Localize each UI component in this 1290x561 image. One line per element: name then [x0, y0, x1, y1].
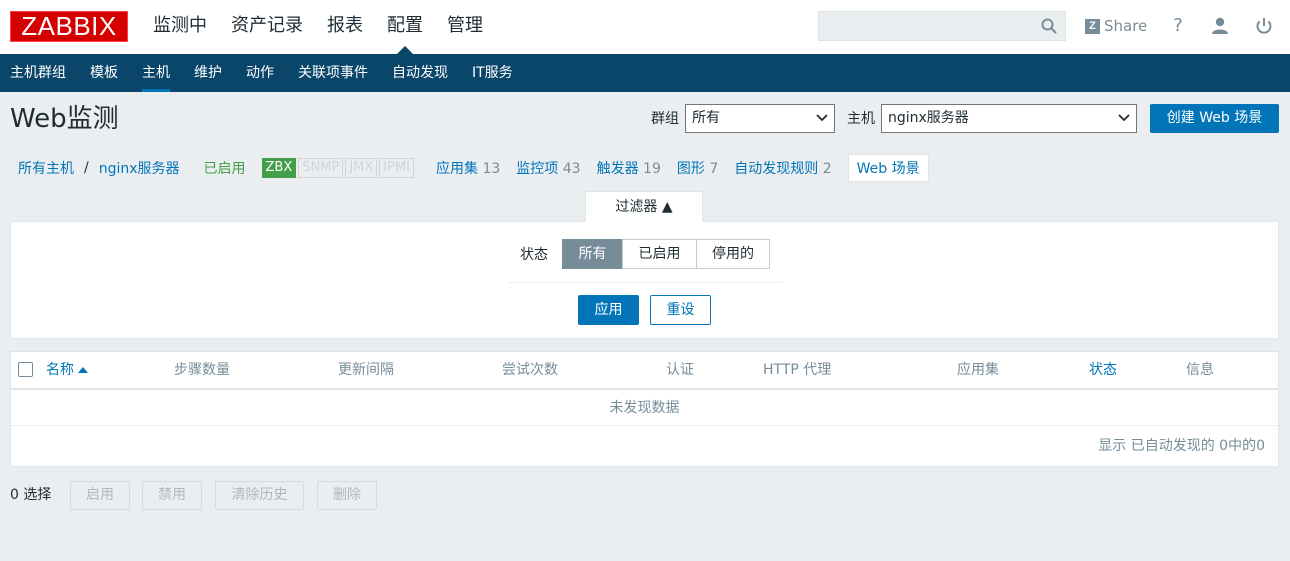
breadcrumb-items[interactable]: 监控项 43 — [508, 158, 588, 178]
state-option-all[interactable]: 所有 — [562, 239, 623, 269]
table-header: 名称 步骤数量 更新间隔 尝试次数 认证 HTTP 代理 应用集 状态 信息 — [11, 352, 1278, 390]
state-option-disabled[interactable]: 停用的 — [696, 239, 770, 269]
availability-tags: ZBX SNMP JMX IPMI — [261, 158, 416, 178]
group-label: 群组 — [651, 111, 679, 127]
host-label: 主机 — [847, 111, 875, 127]
submenu-hosts[interactable]: 主机 — [130, 54, 182, 92]
filter-panel: 状态 所有 已启用 停用的 应用 重设 — [10, 221, 1279, 339]
web-scenarios-table: 名称 步骤数量 更新间隔 尝试次数 认证 HTTP 代理 应用集 状态 信息 未… — [10, 351, 1279, 467]
submenu-actions[interactable]: 动作 — [234, 54, 286, 92]
triggers-count: 19 — [643, 161, 661, 177]
breadcrumb-host[interactable]: nginx服务器 — [91, 158, 188, 178]
items-count: 43 — [562, 161, 581, 177]
create-web-scenario-button[interactable]: 创建 Web 场景 — [1150, 104, 1279, 133]
tag-zbx: ZBX — [261, 158, 297, 178]
discovery-rules-label: 自动发现规则 — [734, 161, 819, 177]
breadcrumb-all-hosts[interactable]: 所有主机 — [10, 158, 82, 178]
mass-disable-button[interactable]: 禁用 — [142, 481, 202, 510]
clear-history-button[interactable]: 清除历史 — [215, 481, 304, 510]
submenu-discovery[interactable]: 自动发现 — [380, 54, 460, 92]
selected-count: 0 选择 — [10, 487, 52, 503]
no-data-message: 未发现数据 — [11, 390, 1278, 426]
submenu-maintenance[interactable]: 维护 — [182, 54, 234, 92]
user-icon[interactable] — [1209, 15, 1231, 37]
share-link[interactable]: Z Share — [1085, 15, 1147, 37]
chevron-down-icon — [1118, 114, 1130, 122]
sort-ascending-icon — [78, 367, 88, 373]
graphs-count: 7 — [709, 161, 719, 177]
menu-monitoring[interactable]: 监测中 — [141, 0, 219, 54]
column-name[interactable]: 名称 — [46, 352, 88, 388]
chevron-down-icon — [816, 114, 828, 122]
menu-reports[interactable]: 报表 — [315, 0, 375, 54]
state-label: 状态 — [520, 247, 548, 263]
zabbix-share-icon: Z — [1085, 18, 1100, 34]
help-icon[interactable]: ? — [1167, 15, 1189, 37]
share-label: Share — [1104, 17, 1148, 35]
breadcrumb-web-scenarios[interactable]: Web 场景 — [847, 154, 929, 182]
menu-administration[interactable]: 管理 — [435, 0, 495, 54]
sub-menu: 主机群组 模板 主机 维护 动作 关联项事件 自动发现 IT服务 — [0, 54, 1290, 92]
host-status-enabled[interactable]: 已启用 — [188, 158, 262, 178]
column-status[interactable]: 状态 — [1089, 352, 1117, 388]
tag-snmp: SNMP — [298, 158, 344, 178]
column-interval: 更新间隔 — [338, 362, 394, 378]
breadcrumb-triggers[interactable]: 触发器 19 — [589, 158, 669, 178]
triggers-label: 触发器 — [596, 161, 639, 177]
submenu-it-services[interactable]: IT服务 — [460, 54, 525, 92]
applications-count: 13 — [482, 161, 501, 177]
power-icon[interactable] — [1253, 15, 1275, 37]
top-header: ZABBIX 监测中 资产记录 报表 配置 管理 Z Share ? — [0, 0, 1290, 54]
menu-configuration[interactable]: 配置 — [375, 0, 435, 54]
column-authentication: 认证 — [666, 362, 694, 378]
group-select[interactable]: 所有 — [685, 104, 835, 133]
tag-jmx: JMX — [345, 158, 378, 178]
submenu-event-correlation[interactable]: 关联项事件 — [286, 54, 380, 92]
search-input[interactable] — [818, 11, 1066, 41]
menu-inventory[interactable]: 资产记录 — [219, 0, 315, 54]
applications-label: 应用集 — [436, 161, 479, 177]
filter-tab[interactable]: 过滤器 ▲ — [585, 191, 703, 222]
column-application: 应用集 — [957, 362, 999, 378]
breadcrumb-discovery-rules[interactable]: 自动发现规则 2 — [726, 158, 839, 178]
host-select[interactable]: nginx服务器 — [881, 104, 1137, 133]
zabbix-logo[interactable]: ZABBIX — [10, 11, 128, 42]
column-name-label: 名称 — [46, 362, 74, 378]
submenu-templates[interactable]: 模板 — [78, 54, 130, 92]
column-attempts: 尝试次数 — [502, 362, 558, 378]
group-select-value: 所有 — [692, 110, 720, 126]
host-breadcrumb: 所有主机 / nginx服务器 已启用 ZBX SNMP JMX IPMI 应用… — [10, 154, 929, 182]
search-icon[interactable] — [1041, 18, 1057, 34]
column-steps: 步骤数量 — [174, 362, 230, 378]
discovery-rules-count: 2 — [822, 161, 832, 177]
breadcrumb-applications[interactable]: 应用集 13 — [428, 158, 508, 178]
column-http-proxy: HTTP 代理 — [763, 362, 832, 378]
mass-enable-button[interactable]: 启用 — [70, 481, 130, 510]
graphs-label: 图形 — [676, 161, 705, 177]
items-label: 监控项 — [516, 161, 559, 177]
table-paging-info: 显示 已自动发现的 0中的0 — [1098, 438, 1265, 454]
breadcrumb-graphs[interactable]: 图形 7 — [669, 158, 726, 178]
host-select-value: nginx服务器 — [888, 110, 969, 126]
reset-button[interactable]: 重设 — [650, 295, 711, 325]
state-option-enabled[interactable]: 已启用 — [622, 239, 697, 269]
main-menu: 监测中 资产记录 报表 配置 管理 — [141, 0, 495, 54]
tag-ipmi: IPMI — [379, 158, 415, 178]
page-title: Web监测 — [10, 104, 119, 134]
submenu-host-groups[interactable]: 主机群组 — [0, 54, 78, 92]
apply-button[interactable]: 应用 — [578, 295, 639, 325]
delete-button[interactable]: 删除 — [317, 481, 377, 510]
filter-divider — [508, 282, 782, 283]
column-info: 信息 — [1186, 362, 1214, 378]
select-all-checkbox[interactable] — [18, 362, 33, 377]
breadcrumb-separator: / — [84, 160, 89, 176]
